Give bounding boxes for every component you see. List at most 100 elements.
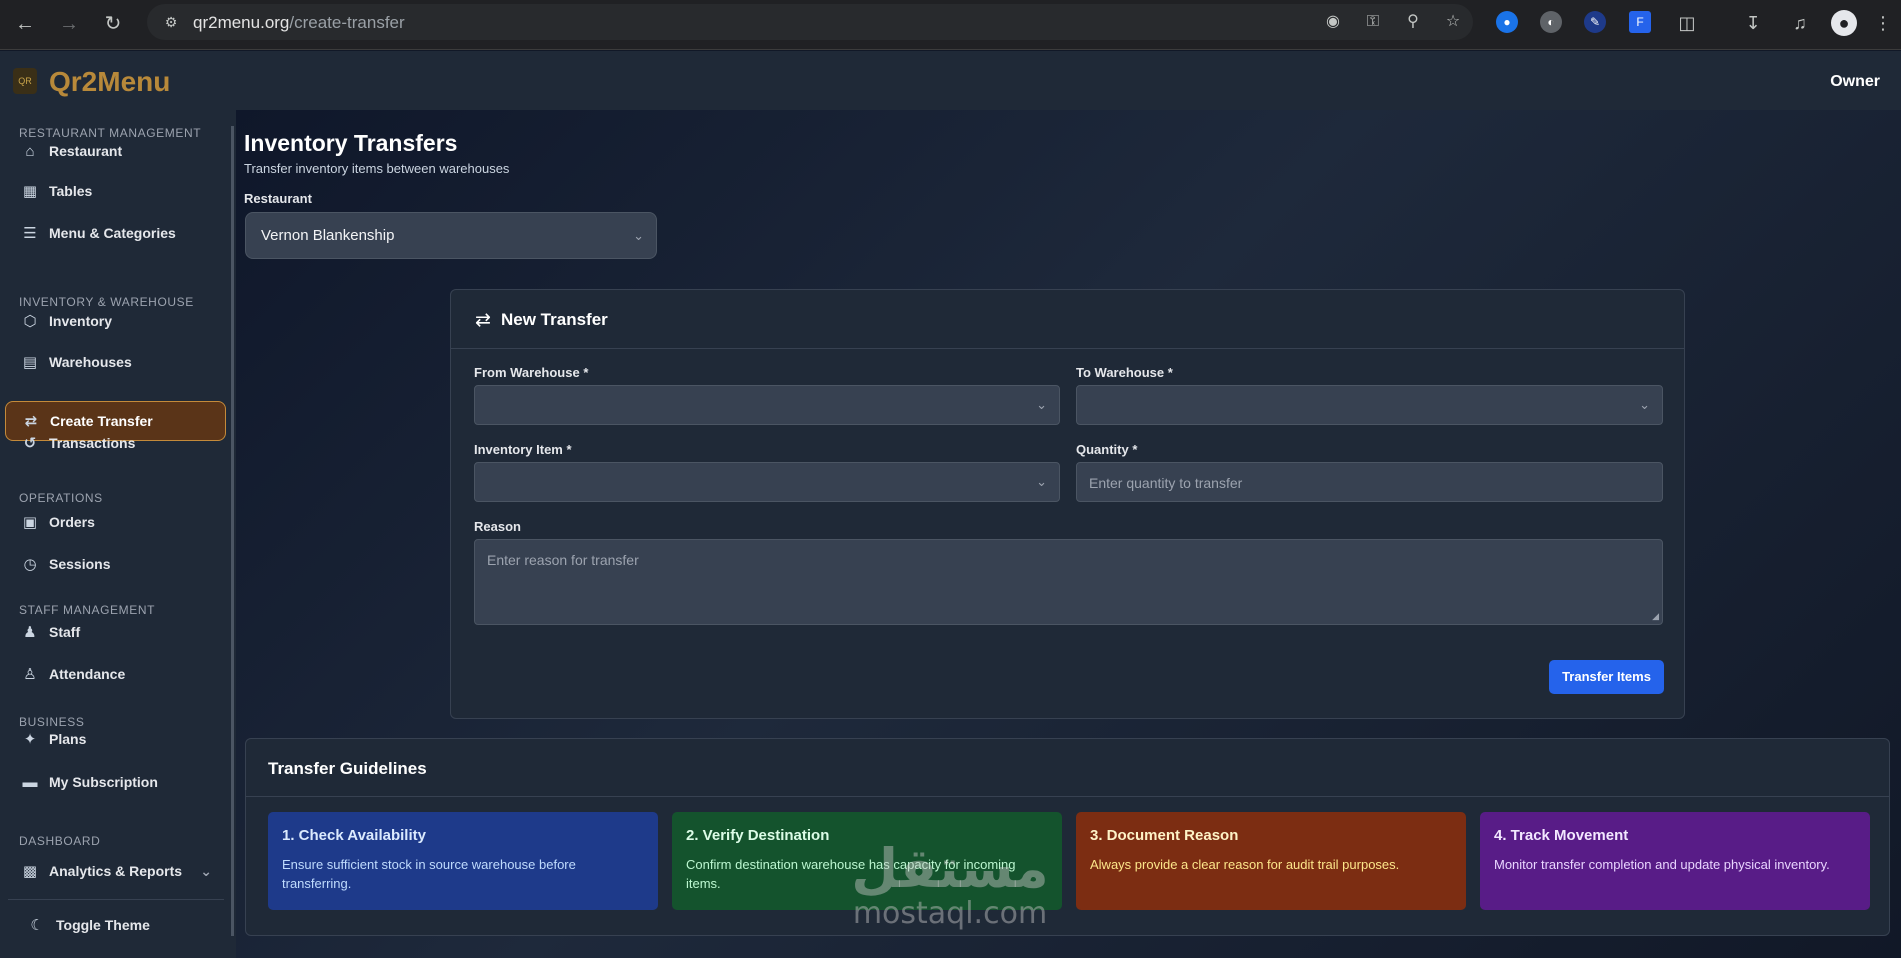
sidebar-item-plans[interactable]: ✦ Plans (5, 719, 226, 759)
toggle-theme-label: Toggle Theme (56, 917, 150, 933)
reason-textarea[interactable]: Enter reason for transfer ◢ (474, 539, 1663, 625)
transfer-guidelines-panel: Transfer Guidelines 1. Check Availabilit… (245, 738, 1890, 936)
address-bar[interactable]: ⚙ qr2menu.org/create-transfer ◉ ⚿ ⚲ ☆ (147, 4, 1473, 40)
from-warehouse-select[interactable]: ⌄ (474, 385, 1060, 425)
brand-logo-icon: QR (13, 68, 37, 94)
guideline-card: 3. Document Reason Always provide a clea… (1076, 812, 1466, 910)
users-icon: ♟ (23, 624, 37, 641)
bookmark-star-icon[interactable]: ☆ (1443, 12, 1463, 32)
card-title: New Transfer (501, 310, 608, 329)
reason-label: Reason (474, 519, 521, 534)
bar-chart-icon: ▩ (22, 863, 38, 880)
sidebar-item-tables[interactable]: ▦ Tables (5, 171, 226, 211)
guidelines-title: Transfer Guidelines (268, 759, 427, 778)
guideline-card: 4. Track Movement Monitor transfer compl… (1480, 812, 1870, 910)
extension-globe-icon[interactable]: ● (1496, 11, 1518, 33)
restaurant-select[interactable]: Vernon Blankenship ⌄ (245, 212, 657, 259)
credit-card-icon: ▬ (22, 773, 38, 791)
sidebar-item-restaurant[interactable]: ⌂ Restaurant (5, 131, 226, 171)
site-settings-icon[interactable]: ⚙ (161, 12, 181, 32)
guideline-description: Monitor transfer completion and update p… (1494, 857, 1830, 872)
sidebar-item-label: My Subscription (49, 774, 158, 790)
transfer-arrows-icon: ⇄ (475, 310, 491, 331)
sidebar-item-label: Inventory (49, 313, 113, 329)
sidebar-divider (8, 899, 224, 900)
guideline-description: Always provide a clear reason for audit … (1090, 857, 1400, 872)
sidebar-item-attendance[interactable]: ♙ Attendance (5, 654, 226, 694)
chevron-down-icon: ⌄ (1639, 397, 1650, 412)
sidebar-item-analytics[interactable]: ▩ Analytics & Reports ⌄ (5, 851, 226, 891)
warehouse-icon: ▤ (22, 354, 38, 371)
sidebar-item-inventory[interactable]: ⬡ Inventory (5, 301, 226, 341)
media-icon[interactable]: ♫ (1787, 10, 1813, 36)
transfer-items-button[interactable]: Transfer Items (1549, 660, 1664, 694)
guideline-title: 1. Check Availability (282, 827, 426, 844)
sidebar-item-menu[interactable]: ☰ Menu & Categories (5, 213, 226, 253)
download-icon[interactable]: ↧ (1740, 10, 1766, 36)
guideline-card: 2. Verify Destination Confirm destinatio… (672, 812, 1062, 910)
browser-toolbar: ← → ↻ ⚙ qr2menu.org/create-transfer ◉ ⚿ … (0, 0, 1901, 50)
restaurant-select-value: Vernon Blankenship (261, 227, 395, 244)
toggle-theme-button[interactable]: ☾ Toggle Theme (12, 905, 233, 945)
reload-icon[interactable]: ↻ (98, 9, 128, 39)
inventory-item-label: Inventory Item * (474, 442, 572, 457)
sidebar-item-label: Staff (49, 624, 81, 640)
home-icon: ⌂ (25, 142, 35, 160)
reason-placeholder: Enter reason for transfer (487, 552, 639, 568)
chevron-down-icon: ⌄ (200, 862, 212, 879)
forward-icon[interactable]: → (54, 9, 84, 39)
sidebar-item-label: Orders (49, 514, 95, 530)
sidebar-item-transactions[interactable]: ↺ Transactions (5, 423, 226, 463)
url-text[interactable]: qr2menu.org/create-transfer (193, 13, 405, 33)
moon-icon: ☾ (30, 917, 44, 934)
sidebar-item-staff[interactable]: ♟ Staff (5, 612, 226, 652)
guideline-description: Confirm destination warehouse has capaci… (686, 857, 1016, 891)
guideline-description: Ensure sufficient stock in source wareho… (282, 857, 576, 891)
sidebar-item-label: Menu & Categories (49, 225, 176, 241)
main-content: Inventory Transfers Transfer inventory i… (236, 110, 1901, 958)
guidelines-header: Transfer Guidelines (246, 739, 1889, 797)
app-header: QR Qr2Menu Owner (0, 51, 1901, 110)
extension-moon-icon[interactable]: ◐ (1540, 11, 1562, 33)
chevron-down-icon: ⌄ (633, 228, 644, 243)
back-icon[interactable]: ← (10, 9, 40, 39)
from-warehouse-label: From Warehouse * (474, 365, 589, 380)
chevron-down-icon: ⌄ (1036, 397, 1047, 412)
sidebar-item-label: Transactions (49, 435, 136, 451)
menu-dots-icon[interactable]: ⋮ (1870, 10, 1896, 36)
extensions-puzzle-icon[interactable]: ◫ (1674, 10, 1700, 36)
sidebar-item-label: Attendance (49, 666, 126, 682)
zoom-icon[interactable]: ⚲ (1403, 12, 1423, 32)
new-transfer-card: ⇄ New Transfer From Warehouse * ⌄ To War… (450, 289, 1685, 719)
quantity-label: Quantity * (1076, 442, 1138, 457)
guideline-card: 1. Check Availability Ensure sufficient … (268, 812, 658, 910)
sidebar-item-orders[interactable]: ▣ Orders (5, 502, 226, 542)
extension-dropper-icon[interactable]: ✎ (1584, 11, 1606, 33)
section-title-dashboard: DASHBOARD (19, 834, 101, 848)
page-subtitle: Transfer inventory items between warehou… (244, 161, 510, 176)
location-icon[interactable]: ◉ (1323, 12, 1343, 32)
clock-icon: ◷ (23, 556, 37, 573)
sidebar-item-sessions[interactable]: ◷ Sessions (5, 544, 226, 584)
key-icon[interactable]: ⚿ (1363, 12, 1383, 32)
restaurant-label: Restaurant (244, 191, 312, 206)
brand-name[interactable]: Qr2Menu (49, 66, 170, 98)
sidebar-item-warehouses[interactable]: ▤ Warehouses (5, 342, 226, 382)
sidebar-item-label: Analytics & Reports (49, 863, 183, 879)
sidebar-item-label: Warehouses (49, 354, 132, 370)
to-warehouse-select[interactable]: ⌄ (1076, 385, 1663, 425)
quantity-input[interactable]: Enter quantity to transfer (1076, 462, 1663, 502)
sidebar-scrollbar[interactable] (231, 126, 234, 936)
inventory-item-select[interactable]: ⌄ (474, 462, 1060, 502)
guideline-title: 3. Document Reason (1090, 827, 1239, 844)
sidebar-item-label: Plans (49, 731, 87, 747)
page-title: Inventory Transfers (244, 130, 458, 156)
profile-avatar-icon[interactable]: ● (1831, 10, 1857, 36)
user-role-menu[interactable]: Owner (1830, 73, 1880, 91)
extension-fi-icon[interactable]: F (1629, 11, 1651, 33)
sidebar: RESTAURANT MANAGEMENT ⌂ Restaurant ▦ Table… (0, 110, 236, 958)
user-check-icon: ♙ (23, 666, 37, 683)
resize-handle-icon[interactable]: ◢ (1652, 611, 1659, 622)
sidebar-item-subscription[interactable]: ▬ My Subscription (5, 762, 226, 802)
to-warehouse-label: To Warehouse * (1076, 365, 1173, 380)
